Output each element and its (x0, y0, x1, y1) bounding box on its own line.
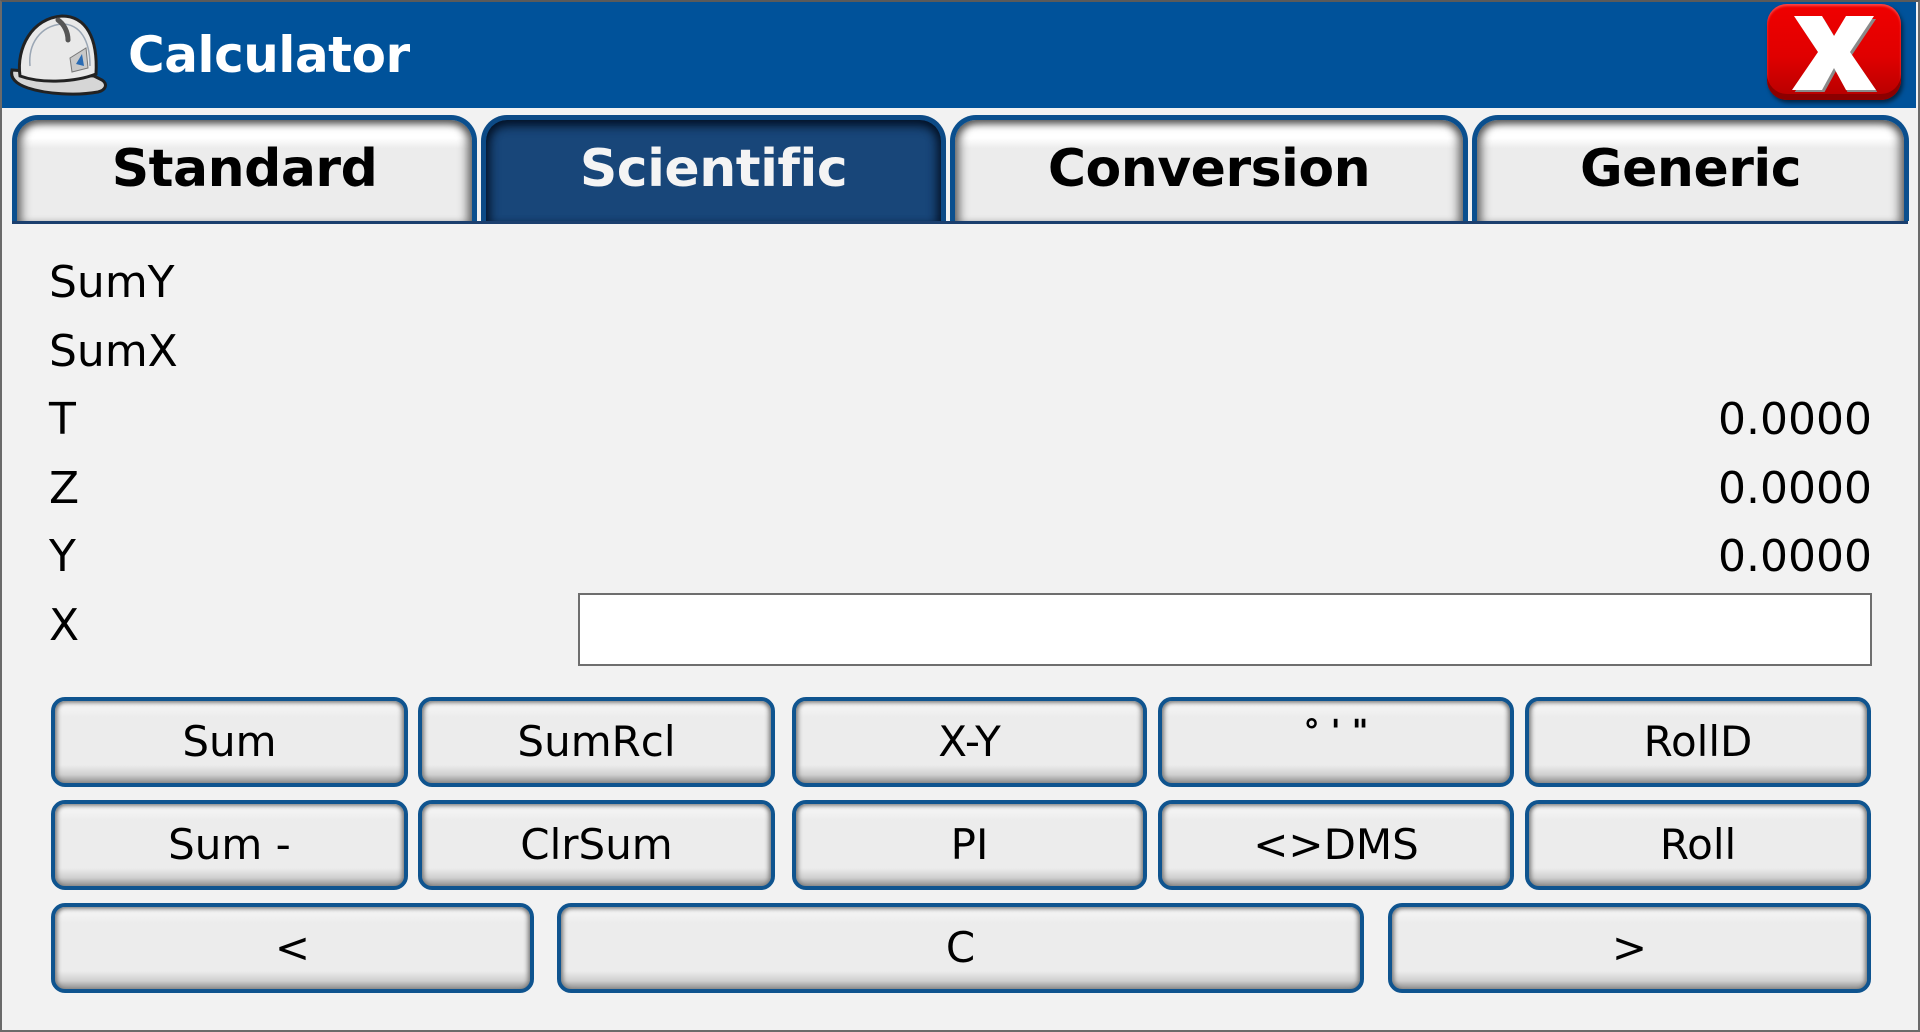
tab-baseline (12, 221, 1908, 224)
clear-button[interactable]: C (557, 903, 1364, 993)
register-label-sumy: SumY (49, 257, 175, 308)
sumrcl-button[interactable]: SumRcl (418, 697, 775, 787)
left-arrow-label: < (274, 922, 311, 972)
sum-minus-button[interactable]: Sum - (51, 800, 408, 890)
tab-standard-label: Standard (111, 138, 378, 199)
dms-entry-button[interactable]: ° ' " (1158, 697, 1514, 787)
backspace-left-button[interactable]: < (51, 903, 534, 993)
tab-conversion-label: Conversion (1047, 138, 1371, 199)
swap-xy-button-label: X-Y (938, 716, 1001, 766)
rolld-button-label: RollD (1643, 716, 1753, 766)
close-x-icon (1792, 16, 1878, 92)
rolld-button[interactable]: RollD (1525, 697, 1871, 787)
title-bar: Calculator (2, 2, 1916, 108)
close-button[interactable] (1767, 4, 1901, 100)
tab-standard[interactable]: Standard (12, 115, 477, 221)
to-dms-button-label: <>DMS (1253, 819, 1419, 869)
pi-button[interactable]: PI (792, 800, 1147, 890)
hard-hat-icon (6, 8, 110, 100)
sum-button[interactable]: Sum (51, 697, 408, 787)
register-label-y: Y (49, 531, 76, 582)
window-title: Calculator (128, 26, 410, 84)
x-register-input[interactable] (578, 593, 1872, 666)
pi-button-label: PI (950, 819, 989, 869)
register-value-y: 0.0000 (1718, 531, 1872, 582)
clrsum-button-label: ClrSum (520, 819, 673, 869)
register-value-t: 0.0000 (1718, 394, 1872, 445)
roll-button-label: Roll (1659, 819, 1737, 869)
register-value-z: 0.0000 (1718, 463, 1872, 514)
tab-conversion[interactable]: Conversion (950, 115, 1468, 221)
register-label-sumx: SumX (49, 326, 178, 377)
roll-button[interactable]: Roll (1525, 800, 1871, 890)
swap-xy-button[interactable]: X-Y (792, 697, 1147, 787)
tab-generic-label: Generic (1579, 138, 1802, 199)
register-label-x: X (49, 600, 80, 651)
register-label-t: T (49, 394, 76, 445)
sumrcl-button-label: SumRcl (517, 716, 676, 766)
tab-scientific-label: Scientific (579, 138, 848, 199)
right-arrow-label: > (1611, 922, 1648, 972)
sum-button-label: Sum (182, 716, 277, 766)
sum-minus-button-label: Sum - (168, 819, 291, 869)
clrsum-button[interactable]: ClrSum (418, 800, 775, 890)
right-button[interactable]: > (1388, 903, 1871, 993)
tab-generic[interactable]: Generic (1472, 115, 1909, 221)
clear-button-label: C (945, 922, 976, 972)
to-dms-button[interactable]: <>DMS (1158, 800, 1514, 890)
dms-entry-button-label: ° ' " (1303, 712, 1369, 750)
register-label-z: Z (49, 463, 80, 514)
tab-scientific[interactable]: Scientific (481, 115, 946, 221)
